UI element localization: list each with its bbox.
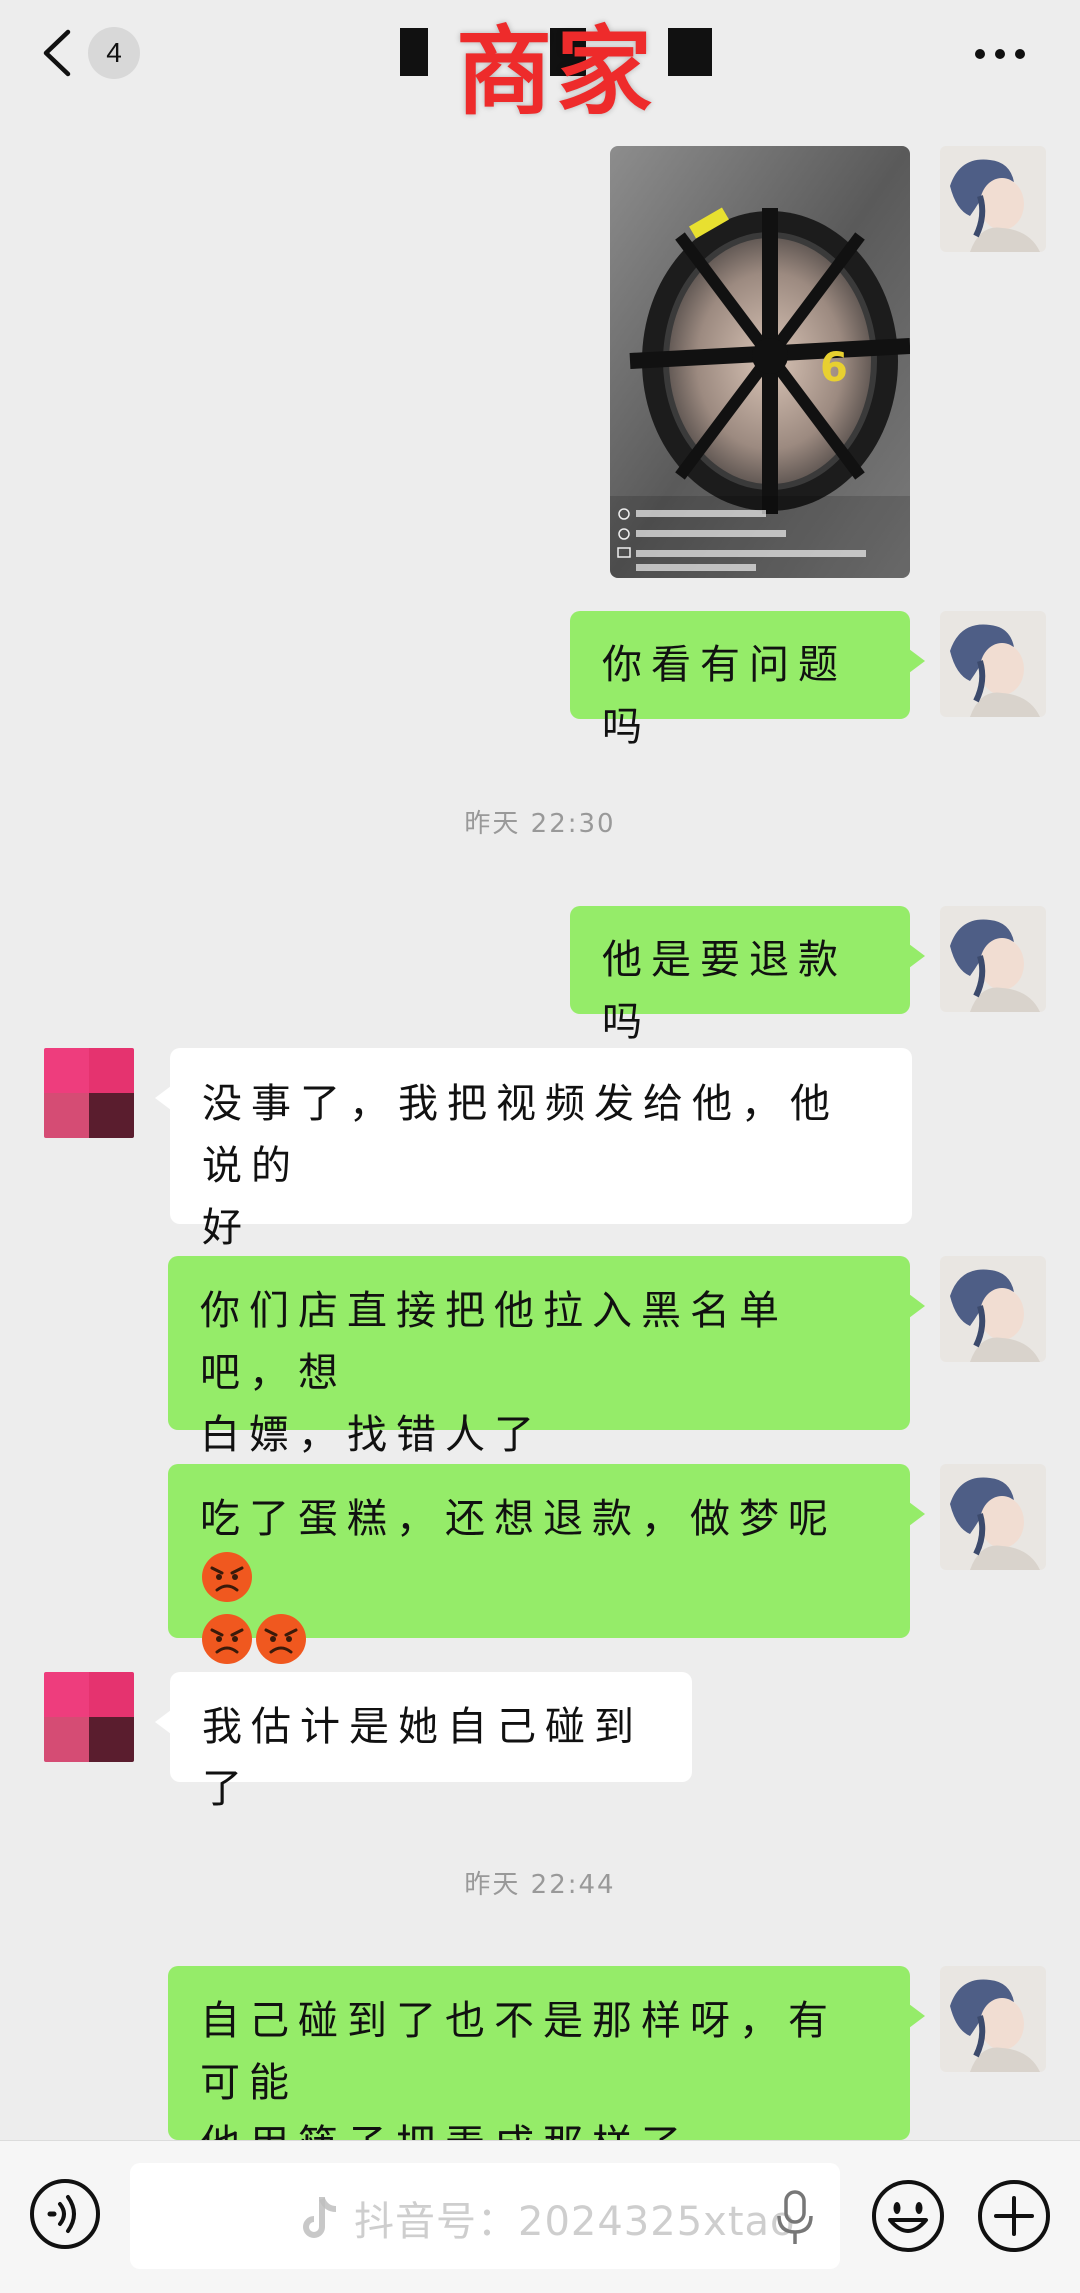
avatar[interactable]	[940, 611, 1046, 717]
avatar[interactable]	[940, 1464, 1046, 1570]
tiktok-logo-icon	[300, 2195, 340, 2243]
message-bubble-self[interactable]: 你看有问题吗	[570, 611, 925, 750]
voice-icon[interactable]	[28, 2177, 102, 2251]
message-text-line	[200, 1612, 878, 1674]
avatar[interactable]	[940, 906, 1046, 1012]
back-chevron-icon[interactable]	[38, 28, 78, 78]
avatar-merchant[interactable]	[44, 1048, 134, 1138]
chat-title-text: 商家	[456, 16, 656, 128]
watermark: 抖音号：2024325xtao	[300, 2192, 795, 2252]
avatar[interactable]	[940, 1256, 1046, 1362]
message-bubble-self[interactable]: 吃了蛋糕，还想退款，做梦呢	[168, 1464, 925, 1664]
angry-face-icon	[200, 1612, 254, 1666]
message-text: 你看有问题吗	[602, 642, 847, 750]
message-text-line: 白嫖，找错人了	[200, 1412, 543, 1458]
photo-message[interactable]: 6	[610, 146, 910, 578]
avatar[interactable]	[940, 146, 1046, 252]
chat-title: 商家	[400, 12, 712, 132]
message-text-line: 吃了蛋糕，还想退款，做梦呢	[200, 1488, 878, 1612]
message-text-line: 没事了，我把视频发给他，他说的	[202, 1081, 839, 1189]
message-text-line: 你们店直接把他拉入黑名单吧，想	[200, 1288, 788, 1396]
plus-icon[interactable]	[976, 2178, 1052, 2254]
avatar-merchant[interactable]	[44, 1672, 134, 1762]
message-text: 我估计是她自己碰到了	[202, 1704, 643, 1812]
message-bubble-other[interactable]: 没事了，我把视频发给他，他说的 好	[155, 1048, 912, 1251]
microphone-icon[interactable]	[775, 2188, 815, 2248]
message-bubble-self[interactable]: 你们店直接把他拉入黑名单吧，想 白嫖，找错人了	[168, 1256, 925, 1458]
timestamp: 昨天 22:44	[464, 1870, 616, 1900]
watermark-text: 抖音号：2024325xtao	[354, 2199, 796, 2245]
svg-text:6: 6	[820, 345, 848, 391]
message-text-line: 自己碰到了也不是那样呀，有可能	[200, 1998, 837, 2106]
avatar[interactable]	[940, 1966, 1046, 2072]
angry-face-icon	[200, 1550, 254, 1604]
unread-count-badge[interactable]: 4	[88, 27, 140, 79]
message-bubble-self[interactable]: 自己碰到了也不是那样呀，有可能 他用筷子把弄成那样了	[168, 1966, 925, 2168]
message-text-line: 好	[202, 1205, 251, 1251]
angry-face-icon	[254, 1612, 308, 1666]
message-bubble-self[interactable]: 他是要退款吗	[570, 906, 925, 1045]
message-text: 吃了蛋糕，还想退款，做梦呢	[200, 1496, 837, 1542]
more-dots-icon[interactable]	[970, 36, 1030, 72]
timestamp: 昨天 22:30	[464, 809, 616, 839]
message-text: 他是要退款吗	[602, 937, 847, 1045]
emoji-icon[interactable]	[870, 2178, 946, 2254]
chat-header: 4 商家	[0, 0, 1080, 128]
message-bubble-other[interactable]: 我估计是她自己碰到了	[155, 1672, 692, 1812]
